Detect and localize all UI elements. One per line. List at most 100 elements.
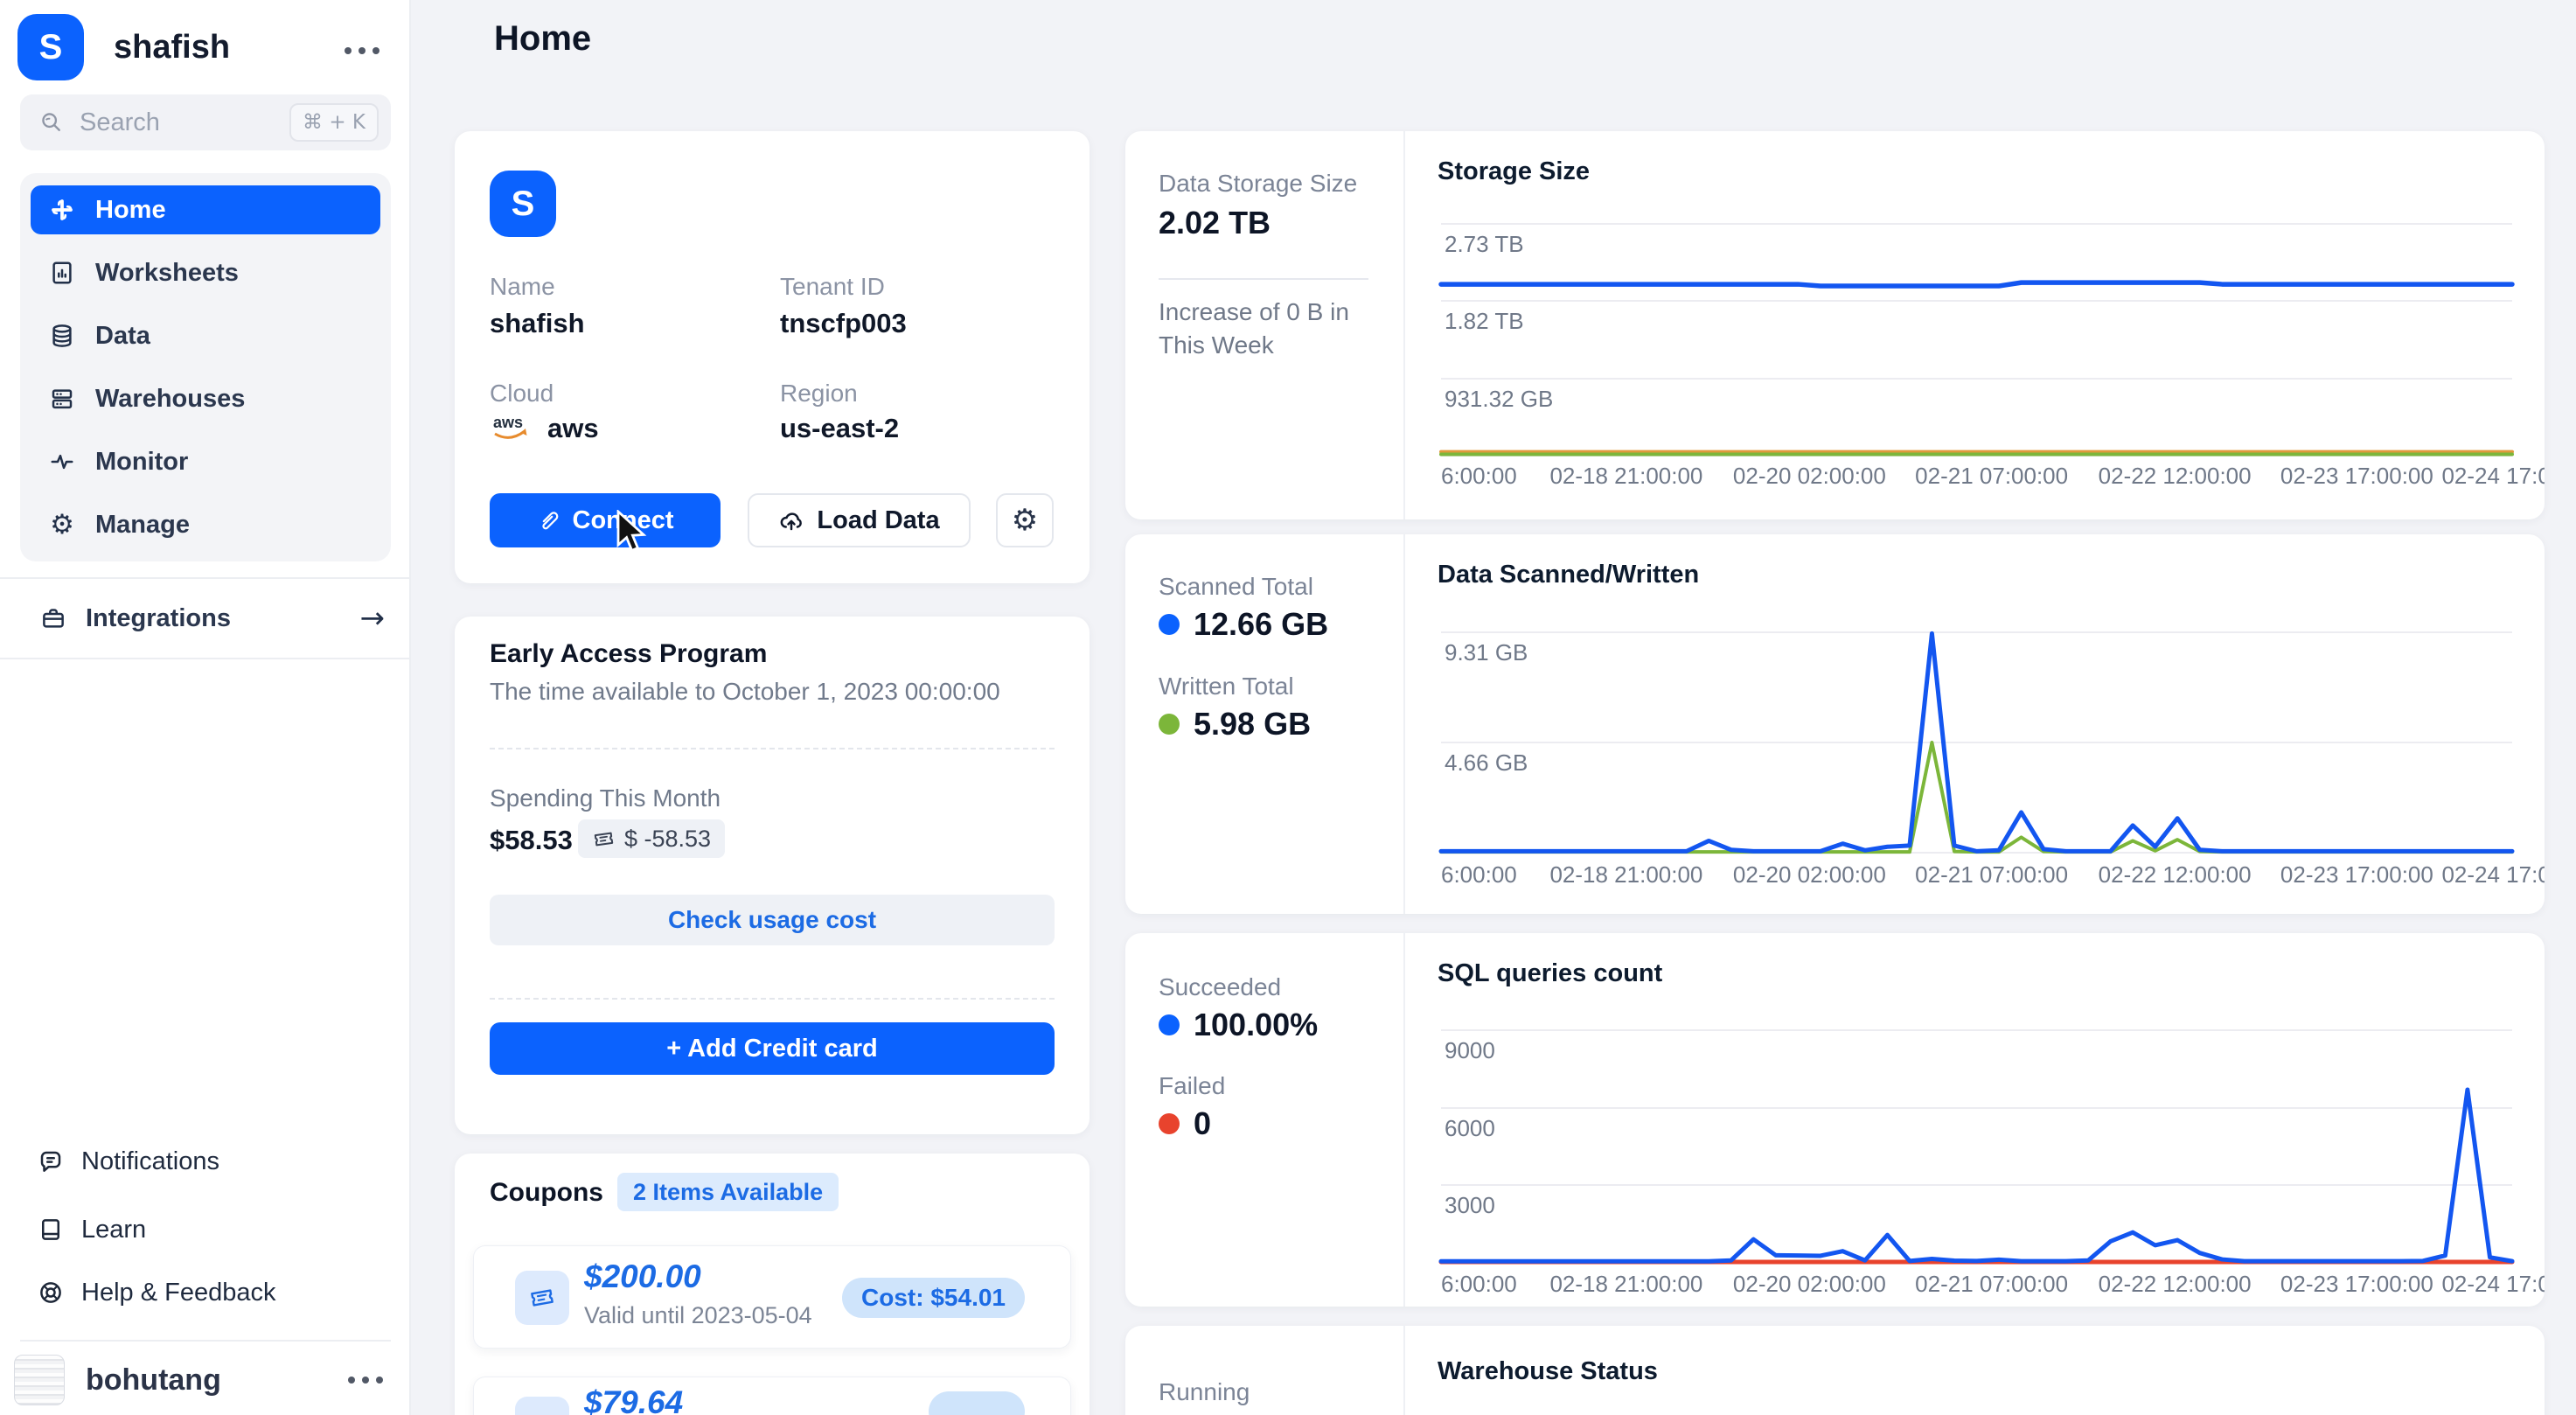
gear-icon: ⚙ [1012,505,1038,535]
paperclip-icon [537,509,560,533]
early-access-title: Early Access Program [490,639,767,669]
succeeded-value: 100.00% [1159,1007,1318,1043]
search-icon [39,110,64,135]
add-credit-card-button[interactable]: + Add Credit card [490,1022,1055,1075]
sidebar-item-label: Worksheets [95,259,239,288]
storage-chart-title: Storage Size [1438,157,1590,186]
green-dot-icon [1159,714,1180,735]
cloud-upload-icon [778,507,804,533]
scanned-written-panel: Scanned Total 12.66 GB Written Total 5.9… [1125,534,2545,914]
coupons-title: Coupons [490,1178,603,1208]
written-total-value: 5.98 GB [1159,706,1311,742]
blue-dot-icon [1159,614,1180,635]
coupon-valid-until: Valid until 2023-05-04 [584,1302,812,1329]
divider [490,998,1055,1000]
search-shortcut: ⌘ + K [289,103,379,142]
storage-size-label: Data Storage Size [1159,170,1357,198]
coupon-icon-tile [515,1397,569,1415]
failed-value: 0 [1159,1105,1211,1142]
monitor-icon [48,448,76,476]
tenant-id-label: Tenant ID [780,273,885,301]
coupon-amount: $79.64 [584,1384,683,1415]
storage-size-value: 2.02 TB [1159,205,1271,241]
ticket-icon [526,1407,558,1415]
red-dot-icon [1159,1113,1180,1134]
sidebar-item-learn[interactable]: Learn [20,1205,391,1254]
data-scanned-written-x-axis: 6:00:0002-18 21:00:0002-20 02:00:0002-21… [1441,861,2512,889]
sidebar-item-manage[interactable]: ⚙ Manage [31,500,380,549]
divider [1403,1326,1405,1415]
early-access-card: Early Access Program The time available … [455,617,1090,1134]
user-menu-icon[interactable] [343,1371,388,1389]
succeeded-label: Succeeded [1159,973,1281,1001]
worksheets-icon [48,259,76,287]
coupon-item[interactable]: $200.00 Valid until 2023-05-04 Cost: $54… [473,1245,1071,1349]
name-label: Name [490,273,555,301]
load-data-label: Load Data [817,506,939,535]
account-card: S Name shafish Tenant ID tnscfp003 Cloud… [455,131,1090,583]
connect-button[interactable]: Connect [490,493,721,547]
running-label: Running [1159,1378,1250,1406]
user-menu[interactable]: bohutang [14,1354,397,1406]
scanned-total-value: 12.66 GB [1159,606,1328,643]
tenant-settings-button[interactable]: ⚙ [996,493,1054,547]
coupon-icon-tile [515,1271,569,1325]
sidebar-item-label: Monitor [95,448,188,477]
ticket-icon [526,1281,558,1314]
divider [20,1340,391,1342]
sidebar-item-monitor[interactable]: Monitor [31,437,380,486]
sidebar-item-label: Home [95,196,166,225]
sidebar-item-warehouses[interactable]: Warehouses [31,374,380,423]
user-name: bohutang [86,1363,343,1398]
tenant-id-value: tnscfp003 [780,308,907,339]
lifebuoy-icon [38,1279,64,1306]
divider [490,748,1055,749]
coupons-count-badge: 2 Items Available [617,1173,839,1211]
storage-size-chart: 2.73 TB1.82 TB931.32 GB [1441,201,2512,456]
sql-queries-x-axis: 6:00:0002-18 21:00:0002-20 02:00:0002-21… [1441,1271,2512,1299]
workspace-initial: S [39,28,63,67]
storage-increase-note: Increase of 0 B inThis Week [1159,296,1377,362]
search-placeholder: Search [80,108,289,137]
sidebar-item-notifications[interactable]: Notifications [20,1137,391,1186]
check-usage-label: Check usage cost [668,906,876,934]
blue-dot-icon [1159,1014,1180,1035]
workspace-logo: S [17,14,84,80]
tenant-initial: S [512,185,535,224]
briefcase-icon [40,605,66,631]
divider [1403,933,1405,1307]
coupon-item[interactable]: $79.64 [473,1377,1071,1415]
sidebar-item-label: Integrations [86,604,360,633]
written-total-label: Written Total [1159,673,1294,701]
sql-queries-panel: Succeeded 100.00% Failed 0 SQL queries c… [1125,933,2545,1307]
data-scanned-written-chart: 9.31 GB4.66 GB [1441,616,2512,853]
sidebar-item-help-feedback[interactable]: Help & Feedback [20,1268,391,1317]
storage-panel: Data Storage Size 2.02 TB Increase of 0 … [1125,131,2545,519]
workspace-name: shafish [114,29,230,66]
sidebar-item-data[interactable]: Data [31,311,380,360]
sql-queries-count-chart: 900060003000 [1441,1005,2512,1262]
sidebar-item-worksheets[interactable]: Worksheets [31,248,380,297]
failed-label: Failed [1159,1072,1225,1100]
workspace-switcher[interactable]: S shafish [17,14,393,80]
tenant-logo: S [490,171,556,237]
check-usage-button[interactable]: Check usage cost [490,895,1055,945]
primary-nav: Home Worksheets Data Warehouses Monitor … [20,173,391,561]
sidebar-item-home[interactable]: Home [31,185,380,234]
workspace-menu-icon[interactable] [339,42,385,59]
sidebar: S shafish Search ⌘ + K Home Worksheets D… [0,0,411,1415]
add-credit-card-label: + Add Credit card [666,1035,877,1063]
scanned-chart-title: Data Scanned/Written [1438,561,1699,589]
spending-label: Spending This Month [490,784,721,812]
credit-badge: $ -58.53 [578,819,725,858]
aws-logo-icon: aws [490,413,533,444]
sidebar-item-label: Help & Feedback [81,1279,275,1307]
divider [1403,534,1405,914]
sidebar-item-label: Data [95,322,150,351]
name-value: shafish [490,308,585,339]
sidebar-item-integrations[interactable]: Integrations → [0,577,411,659]
load-data-button[interactable]: Load Data [748,493,971,547]
home-icon [48,196,76,224]
sql-queries-chart-title: SQL queries count [1438,959,1662,988]
search-input[interactable]: Search ⌘ + K [20,94,391,150]
